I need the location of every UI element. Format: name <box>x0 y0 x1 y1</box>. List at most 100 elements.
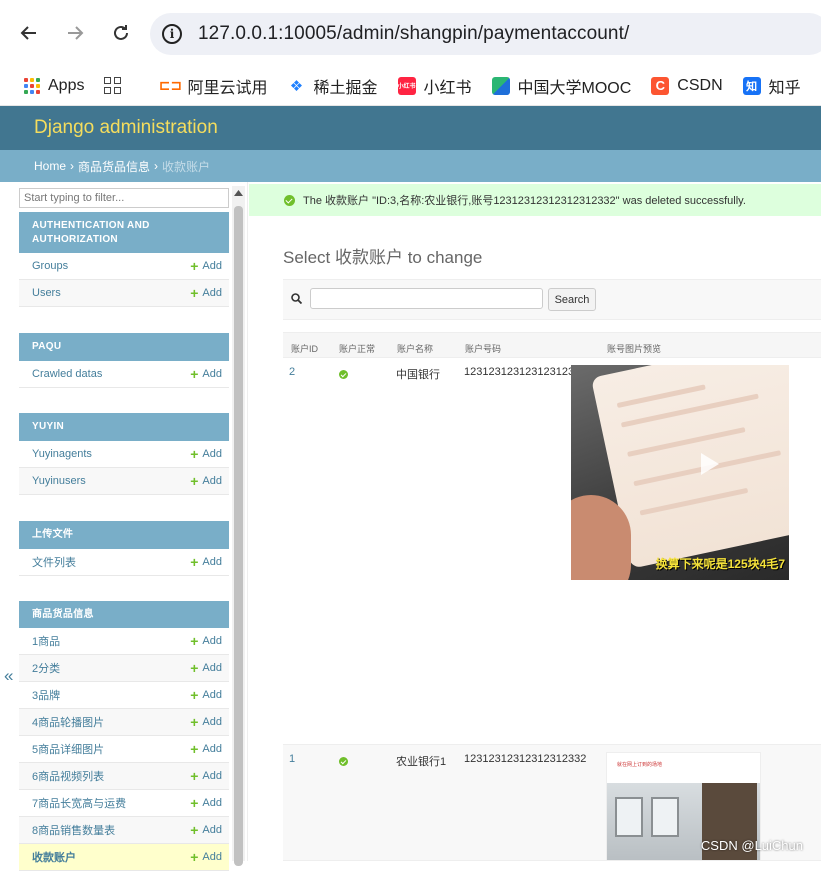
nav-filter-input[interactable]: Start typing to filter... <box>19 188 229 208</box>
bookmark-xiaohongshu[interactable]: 小红书 小红书 <box>398 74 472 98</box>
bookmark-apps[interactable]: Apps <box>24 77 84 95</box>
bookmark-tab-groups[interactable] <box>104 77 121 94</box>
model-link[interactable]: 6商品视频列表 <box>32 768 104 784</box>
search-button[interactable]: Search <box>548 288 596 311</box>
model-link[interactable]: 文件列表 <box>32 554 76 570</box>
breadcrumb-app[interactable]: 商品货品信息 <box>78 158 150 175</box>
bookmark-juejin[interactable]: ❖ 稀土掘金 <box>287 74 377 98</box>
breadcrumb-home[interactable]: Home <box>34 159 66 173</box>
sidebar-item-crawled-datas[interactable]: Crawled datas +Add <box>19 361 229 388</box>
plus-icon: + <box>190 554 198 570</box>
bookmark-aliyun[interactable]: ⊏⊐ 阿里云试用 <box>161 74 267 98</box>
bookmark-csdn[interactable]: C CSDN <box>651 77 722 95</box>
bookmark-label: 阿里云试用 <box>187 74 267 98</box>
xiaohongshu-icon: 小红书 <box>398 77 416 95</box>
play-icon[interactable] <box>701 453 719 475</box>
model-link[interactable]: Users <box>32 287 61 299</box>
sidebar-item-groups[interactable]: Groups +Add <box>19 253 229 280</box>
add-link[interactable]: +Add <box>190 795 222 811</box>
forward-button[interactable] <box>60 18 90 48</box>
add-link[interactable]: +Add <box>190 473 222 489</box>
add-link[interactable]: +Add <box>190 285 222 301</box>
success-message: The 收款账户 "ID:3,名称:农业银行,账号123123123123123… <box>249 184 821 216</box>
search-icon <box>291 293 302 304</box>
column-header[interactable]: 账号图片预览 <box>607 342 661 355</box>
scroll-thumb[interactable] <box>234 206 243 866</box>
module-caption[interactable]: 上传文件 <box>19 521 229 549</box>
module-auth: AUTHENTICATION AND AUTHORIZATION Groups … <box>19 212 229 307</box>
model-link[interactable]: 2分类 <box>32 660 60 676</box>
sidebar-item-shangpin[interactable]: 1商品 +Add <box>19 628 229 655</box>
add-link[interactable]: +Add <box>190 849 222 865</box>
model-link[interactable]: 3品牌 <box>32 687 60 703</box>
site-brand[interactable]: Django administration <box>34 117 218 139</box>
sidebar-item-yuyinagents[interactable]: Yuyinagents +Add <box>19 441 229 468</box>
model-link[interactable]: 4商品轮播图片 <box>32 714 104 730</box>
column-header[interactable]: 账户名称 <box>397 342 433 355</box>
zhihu-icon: 知 <box>743 77 761 95</box>
add-link[interactable]: +Add <box>190 741 222 757</box>
plus-icon: + <box>190 768 198 784</box>
sidebar-item-shipin[interactable]: 6商品视频列表 +Add <box>19 763 229 790</box>
add-link[interactable]: +Add <box>190 446 222 462</box>
add-link[interactable]: +Add <box>190 633 222 649</box>
add-link[interactable]: +Add <box>190 554 222 570</box>
row-id-link[interactable]: 2 <box>289 366 295 378</box>
site-info-icon[interactable]: i <box>162 24 182 44</box>
back-button[interactable] <box>14 18 44 48</box>
watermark: CSDN @LuiChun <box>701 838 803 853</box>
module-caption[interactable]: AUTHENTICATION AND AUTHORIZATION <box>19 212 229 253</box>
column-header[interactable]: 账户ID <box>291 342 318 355</box>
module-caption[interactable]: YUYIN <box>19 413 229 441</box>
add-link[interactable]: +Add <box>190 768 222 784</box>
scroll-up-icon[interactable] <box>232 186 245 200</box>
account-image-preview[interactable]: 换算下来呢是125块4毛7 <box>571 365 789 580</box>
model-link[interactable]: Yuyinagents <box>32 448 92 460</box>
module-yuyin: YUYIN Yuyinagents +Add Yuyinusers +Add <box>19 413 229 495</box>
sidebar-item-fenlei[interactable]: 2分类 +Add <box>19 655 229 682</box>
model-link[interactable]: 收款账户 <box>32 849 76 865</box>
add-link[interactable]: +Add <box>190 258 222 274</box>
sidebar-item-xiangxi[interactable]: 5商品详细图片 +Add <box>19 736 229 763</box>
plus-icon: + <box>190 473 198 489</box>
module-caption[interactable]: PAQU <box>19 333 229 361</box>
add-link[interactable]: +Add <box>190 366 222 382</box>
add-link[interactable]: +Add <box>190 822 222 838</box>
sidebar-toggle-icon[interactable]: « <box>4 666 13 686</box>
add-link[interactable]: +Add <box>190 660 222 676</box>
module-caption[interactable]: 商品货品信息 <box>19 601 229 628</box>
model-link[interactable]: 7商品长宽高与运费 <box>32 795 126 811</box>
sidebar-scrollbar[interactable] <box>232 186 245 861</box>
sidebar-item-users[interactable]: Users +Add <box>19 280 229 307</box>
sidebar-item-xiaoshou[interactable]: 8商品销售数量表 +Add <box>19 817 229 844</box>
model-link[interactable]: Crawled datas <box>32 368 102 380</box>
account-number: 12312312312312312332 <box>464 753 586 765</box>
sidebar-item-changkuangao[interactable]: 7商品长宽高与运费 +Add <box>19 790 229 817</box>
row-id-link[interactable]: 1 <box>289 753 295 765</box>
sidebar-item-pinpai[interactable]: 3品牌 +Add <box>19 682 229 709</box>
image-title: 就在网上订到的场地 <box>617 761 662 768</box>
model-link[interactable]: Yuyinusers <box>32 475 86 487</box>
bookmark-mooc[interactable]: 中国大学MOOC <box>492 74 632 98</box>
model-link[interactable]: Groups <box>32 260 68 272</box>
add-link[interactable]: +Add <box>190 714 222 730</box>
column-header[interactable]: 账户正常 <box>339 342 375 355</box>
search-input[interactable] <box>310 288 543 309</box>
bookmark-zhihu[interactable]: 知 知乎 <box>743 74 801 98</box>
message-text: The 收款账户 "ID:3,名称:农业银行,账号123123123123123… <box>303 192 746 208</box>
model-link[interactable]: 8商品销售数量表 <box>32 822 115 838</box>
address-bar[interactable]: i 127.0.0.1:10005/admin/shangpin/payment… <box>150 13 821 55</box>
model-link[interactable]: 5商品详细图片 <box>32 741 104 757</box>
reload-button[interactable] <box>106 18 136 48</box>
add-link[interactable]: +Add <box>190 687 222 703</box>
mooc-icon <box>492 77 510 95</box>
model-link[interactable]: 1商品 <box>32 633 60 649</box>
csdn-icon: C <box>651 77 669 95</box>
account-name: 中国银行 <box>396 366 440 382</box>
sidebar-item-file-list[interactable]: 文件列表 +Add <box>19 549 229 576</box>
plus-icon: + <box>190 660 198 676</box>
column-header[interactable]: 账户号码 <box>465 342 501 355</box>
sidebar-item-payment-account[interactable]: 收款账户 +Add <box>19 844 229 871</box>
sidebar-item-lunbo[interactable]: 4商品轮播图片 +Add <box>19 709 229 736</box>
sidebar-item-yuyinusers[interactable]: Yuyinusers +Add <box>19 468 229 495</box>
